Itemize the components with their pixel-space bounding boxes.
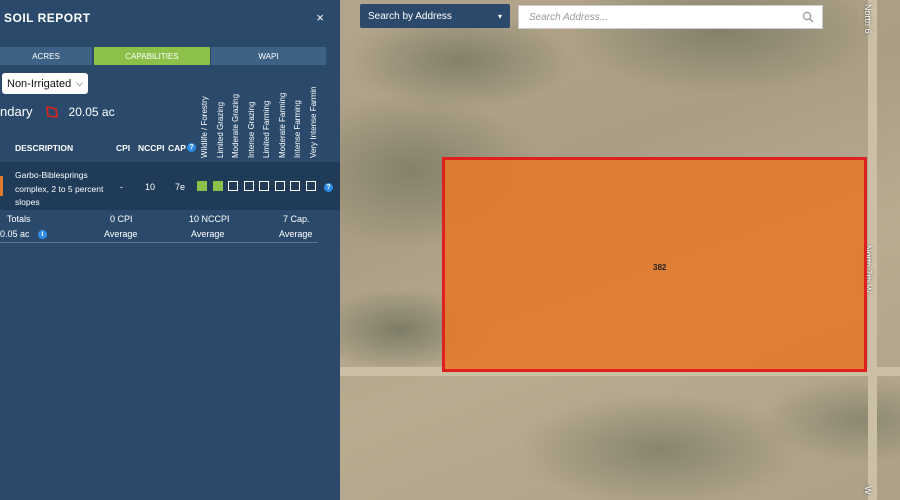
road-label-top: North 6 (863, 4, 873, 34)
search-icon[interactable] (802, 11, 814, 23)
satellite-map[interactable]: North 6 North 7th W W 382 Search by Addr… (340, 0, 900, 500)
totals-row: Totals 0.05 ac i 0 CPI Average 10 NCCPI … (0, 214, 318, 243)
chevron-down-icon: ⌵ (76, 78, 84, 88)
header-description: DESCRIPTION (15, 143, 74, 153)
soil-color-swatch (0, 176, 3, 196)
soil-report-panel: SOIL REPORT × ACRES CAPABILITIES WAPI No… (0, 0, 340, 500)
panel-header: SOIL REPORT × (0, 0, 340, 35)
totals-nccpi: 10 NCCPI (189, 214, 230, 224)
parcel-label: 382 (653, 263, 667, 272)
help-icon[interactable]: ? (187, 143, 196, 152)
search-mode-value: Search by Address (368, 10, 452, 22)
totals-cpi-sub: Average (104, 229, 138, 239)
boundary-polygon-icon (45, 105, 58, 118)
totals-acres: 0.05 ac (0, 229, 30, 239)
soil-cpi: - (120, 182, 123, 192)
soil-description: Garbo-Biblesprings complex, 2 to 5 perce… (15, 170, 104, 207)
boundary-label: ndary (0, 104, 33, 119)
soil-cap: 7e (175, 182, 186, 192)
road-label-bottom: W (863, 486, 873, 495)
soil-table-header: DESCRIPTION CPI NCCPI CAP ? (0, 143, 340, 157)
help-icon[interactable]: ? (324, 183, 333, 192)
totals-cpi: 0 CPI (110, 214, 133, 224)
capability-box-empty (243, 181, 254, 191)
header-nccpi: NCCPI (138, 143, 165, 153)
totals-cap-sub: Average (279, 229, 313, 239)
irrigation-select[interactable]: Non-Irrigated ⌵ (2, 73, 89, 94)
capability-box-empty (274, 181, 285, 191)
boundary-acres: 20.05 ac (68, 104, 115, 119)
tab-wapi[interactable]: WAPI (210, 47, 326, 65)
info-icon[interactable]: i (38, 230, 47, 239)
capability-box-filled (212, 181, 223, 191)
tab-acres[interactable]: ACRES (0, 47, 92, 65)
tab-capabilities[interactable]: CAPABILITIES (94, 47, 210, 65)
totals-label: Totals (7, 214, 31, 224)
close-icon[interactable]: × (316, 10, 324, 25)
search-input[interactable] (527, 10, 802, 24)
search-box[interactable] (518, 5, 823, 29)
capability-box-empty (290, 181, 300, 191)
totals-nccpi-sub: Average (191, 229, 225, 239)
capability-box-empty (259, 181, 269, 191)
capability-box-empty (305, 181, 316, 191)
capability-box-filled (197, 181, 207, 191)
road-label: North 6 North 7th W W (863, 0, 885, 500)
totals-cap: 7 Cap. (283, 214, 310, 224)
capability-boxes (197, 181, 321, 191)
boundary-summary: ndary 20.05 ac (0, 104, 115, 119)
tab-bar: ACRES CAPABILITIES WAPI (0, 47, 326, 65)
search-mode-select[interactable]: Search by Address ▾ (360, 4, 510, 28)
header-cpi: CPI (116, 143, 131, 153)
chevron-down-icon: ▾ (497, 11, 502, 21)
parcel-boundary[interactable]: 382 (442, 157, 867, 372)
panel-title: SOIL REPORT (4, 10, 91, 25)
soil-nccpi: 10 (145, 182, 156, 192)
capability-box-empty (228, 181, 238, 191)
table-row[interactable]: Garbo-Biblesprings complex, 2 to 5 perce… (0, 162, 340, 210)
header-cap: CAP (168, 143, 186, 153)
irrigation-select-value: Non-Irrigated (7, 77, 72, 90)
